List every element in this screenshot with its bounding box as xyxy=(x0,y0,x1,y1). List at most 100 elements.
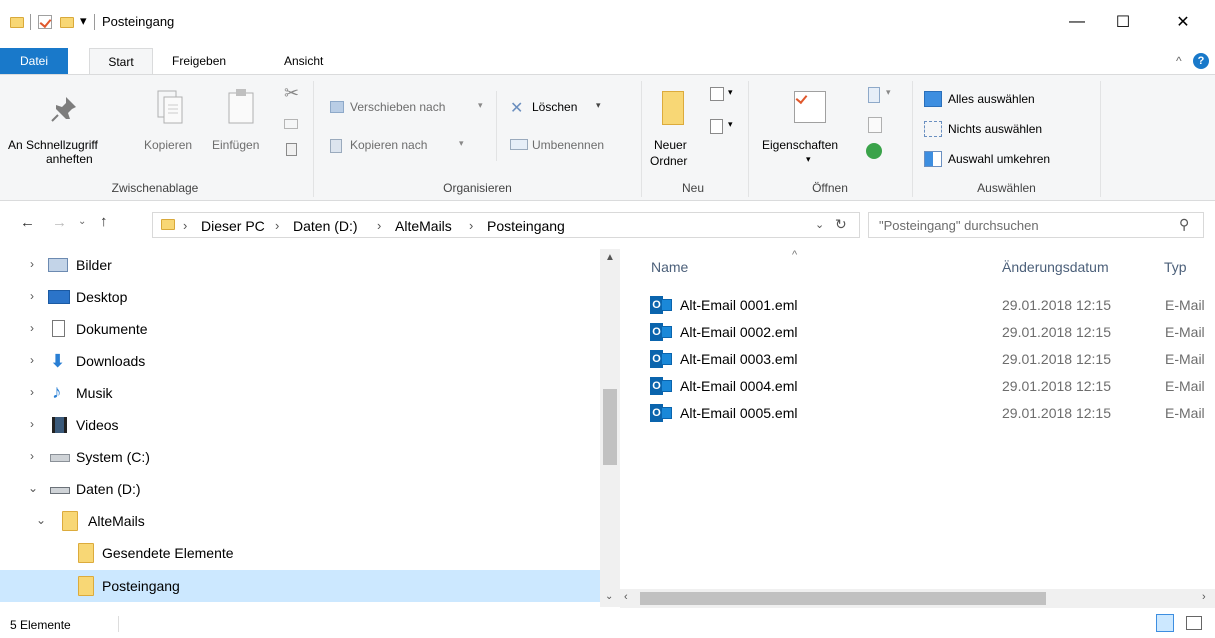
scroll-down-icon[interactable]: ⌄ xyxy=(605,591,613,602)
copy-to-dropdown-icon[interactable]: ▾ xyxy=(459,138,464,149)
address-dropdown-icon[interactable]: ⌄ xyxy=(815,218,824,231)
breadcrumb-posteingang[interactable]: Posteingang xyxy=(487,218,565,234)
select-none-button[interactable]: Nichts auswählen xyxy=(948,122,1042,136)
search-field[interactable]: "Posteingang" durchsuchen ⚲ xyxy=(868,212,1204,238)
breadcrumb-altemails[interactable]: AlteMails xyxy=(395,218,452,234)
select-all-button[interactable]: Alles auswählen xyxy=(948,92,1035,106)
scroll-right-icon[interactable]: › xyxy=(1202,591,1206,603)
file-row[interactable]: O Alt-Email 0001.eml 29.01.2018 12:15 E-… xyxy=(650,294,1215,318)
tab-view[interactable]: Ansicht xyxy=(272,48,335,74)
delete-dropdown-icon[interactable]: ▾ xyxy=(596,100,601,111)
new-folder-label-line1[interactable]: Neuer xyxy=(654,138,687,152)
file-row[interactable]: O Alt-Email 0005.eml 29.01.2018 12:15 E-… xyxy=(650,402,1215,426)
close-button[interactable]: ✕ xyxy=(1160,6,1206,38)
breadcrumb-this-pc[interactable]: Dieser PC xyxy=(201,218,265,234)
nav-scrollbar[interactable]: ▲ ⌄ xyxy=(600,249,620,607)
column-header-name[interactable]: Name xyxy=(651,259,688,275)
cut-icon[interactable]: ✂ xyxy=(284,83,299,104)
recent-locations-dropdown-icon[interactable]: ⌄ xyxy=(78,216,86,227)
properties-dropdown-icon[interactable]: ▾ xyxy=(806,154,811,165)
up-button[interactable]: ↑ xyxy=(100,213,108,230)
help-icon[interactable]: ? xyxy=(1193,53,1209,69)
edit-icon[interactable] xyxy=(868,117,882,133)
breadcrumb-separator[interactable]: › xyxy=(377,218,381,233)
copy-to-icon xyxy=(330,139,342,153)
delete-button[interactable]: Löschen xyxy=(532,100,577,114)
file-row[interactable]: O Alt-Email 0002.eml 29.01.2018 12:15 E-… xyxy=(650,321,1215,345)
back-button[interactable]: ← xyxy=(20,214,35,231)
rename-button[interactable]: Umbenennen xyxy=(532,138,604,152)
details-view-icon[interactable] xyxy=(1156,614,1174,632)
forward-button[interactable]: → xyxy=(52,214,67,231)
history-icon[interactable] xyxy=(866,143,882,159)
nav-item-desktop[interactable]: › Desktop xyxy=(0,281,600,313)
move-to-dropdown-icon[interactable]: ▾ xyxy=(478,100,483,111)
tab-file[interactable]: Datei xyxy=(0,48,68,74)
expand-icon[interactable]: › xyxy=(30,321,34,335)
copy-to-button[interactable]: Kopieren nach xyxy=(350,138,427,152)
maximize-button[interactable]: ☐ xyxy=(1100,6,1146,38)
column-header-type[interactable]: Typ xyxy=(1164,259,1187,275)
nav-item-videos[interactable]: › Videos xyxy=(0,409,600,441)
expand-icon[interactable]: › xyxy=(30,257,34,271)
new-folder-label-line2[interactable]: Ordner xyxy=(650,154,687,168)
expand-icon[interactable]: › xyxy=(30,289,34,303)
expand-icon[interactable]: › xyxy=(30,417,34,431)
open-icon[interactable] xyxy=(868,87,880,103)
breadcrumb-separator[interactable]: › xyxy=(469,218,473,233)
scroll-thumb[interactable] xyxy=(640,592,1046,605)
address-bar[interactable]: › Dieser PC › Daten (D:) › AlteMails › P… xyxy=(152,212,860,238)
copy-button[interactable]: Kopieren xyxy=(144,138,192,152)
new-item-dropdown-icon[interactable]: ▾ xyxy=(728,87,733,98)
new-folder-quick-icon[interactable] xyxy=(60,17,74,28)
tab-share[interactable]: Freigeben xyxy=(160,48,238,74)
easy-access-dropdown-icon[interactable]: ▾ xyxy=(728,119,733,130)
folder-icon[interactable] xyxy=(10,17,24,28)
nav-item-documents[interactable]: › Dokumente xyxy=(0,313,600,345)
nav-item-posteingang[interactable]: Posteingang xyxy=(0,570,600,602)
expand-icon[interactable]: › xyxy=(30,353,34,367)
invert-selection-button[interactable]: Auswahl umkehren xyxy=(948,152,1050,166)
breadcrumb-separator[interactable]: › xyxy=(275,218,279,233)
column-header-date[interactable]: Änderungsdatum xyxy=(1002,259,1109,275)
nav-item-pictures[interactable]: › Bilder xyxy=(0,249,600,281)
file-row[interactable]: O Alt-Email 0004.eml 29.01.2018 12:15 E-… xyxy=(650,375,1215,399)
copy-path-icon[interactable] xyxy=(284,119,298,129)
paste-button[interactable]: Einfügen xyxy=(212,138,259,152)
collapse-icon[interactable]: ⌄ xyxy=(28,481,38,495)
breadcrumb-separator[interactable]: › xyxy=(183,218,187,233)
nav-item-altemails[interactable]: ⌄ AlteMails xyxy=(0,505,600,537)
nav-item-music[interactable]: › ♪ Musik xyxy=(0,377,600,409)
move-to-button[interactable]: Verschieben nach xyxy=(350,100,445,114)
paste-shortcut-icon[interactable] xyxy=(286,143,297,156)
collapse-icon[interactable]: ⌄ xyxy=(36,513,46,527)
scroll-thumb[interactable] xyxy=(603,389,617,465)
expand-icon[interactable]: › xyxy=(30,385,34,399)
refresh-icon[interactable]: ↻ xyxy=(835,216,847,233)
nav-item-data-d[interactable]: ⌄ Daten (D:) xyxy=(0,473,600,505)
pin-label-line1[interactable]: An Schnellzugriff xyxy=(8,138,98,152)
new-item-icon[interactable] xyxy=(710,87,724,101)
file-row[interactable]: O Alt-Email 0003.eml 29.01.2018 12:15 E-… xyxy=(650,348,1215,372)
ribbon-collapse-icon[interactable]: ^ xyxy=(1176,54,1182,68)
scroll-up-icon[interactable]: ▲ xyxy=(605,252,615,263)
search-icon[interactable]: ⚲ xyxy=(1179,216,1189,233)
large-icons-view-icon[interactable] xyxy=(1186,616,1202,630)
nav-item-gesendete-elemente[interactable]: Gesendete Elemente xyxy=(0,537,600,569)
nav-item-system-c[interactable]: › System (C:) xyxy=(0,441,600,473)
properties-button[interactable]: Eigenschaften xyxy=(762,138,838,152)
tab-start[interactable]: Start xyxy=(89,48,153,75)
pin-label-line2[interactable]: anheften xyxy=(46,152,93,166)
expand-icon[interactable]: › xyxy=(30,449,34,463)
nav-label: Posteingang xyxy=(102,578,180,594)
file-list-horizontal-scrollbar[interactable]: ‹ › xyxy=(620,589,1215,608)
ribbon-tabs: Datei Start Freigeben Ansicht ^ ? xyxy=(0,48,1215,75)
nav-item-downloads[interactable]: › ⬇ Downloads xyxy=(0,345,600,377)
easy-access-icon[interactable] xyxy=(710,119,723,134)
scroll-left-icon[interactable]: ‹ xyxy=(624,591,628,603)
minimize-button[interactable]: — xyxy=(1054,6,1100,38)
open-dropdown-icon[interactable]: ▾ xyxy=(886,87,891,98)
quick-access-dropdown[interactable]: ▾ xyxy=(80,13,87,29)
breadcrumb-data-drive[interactable]: Daten (D:) xyxy=(293,218,358,234)
properties-quick-icon[interactable] xyxy=(38,15,52,29)
